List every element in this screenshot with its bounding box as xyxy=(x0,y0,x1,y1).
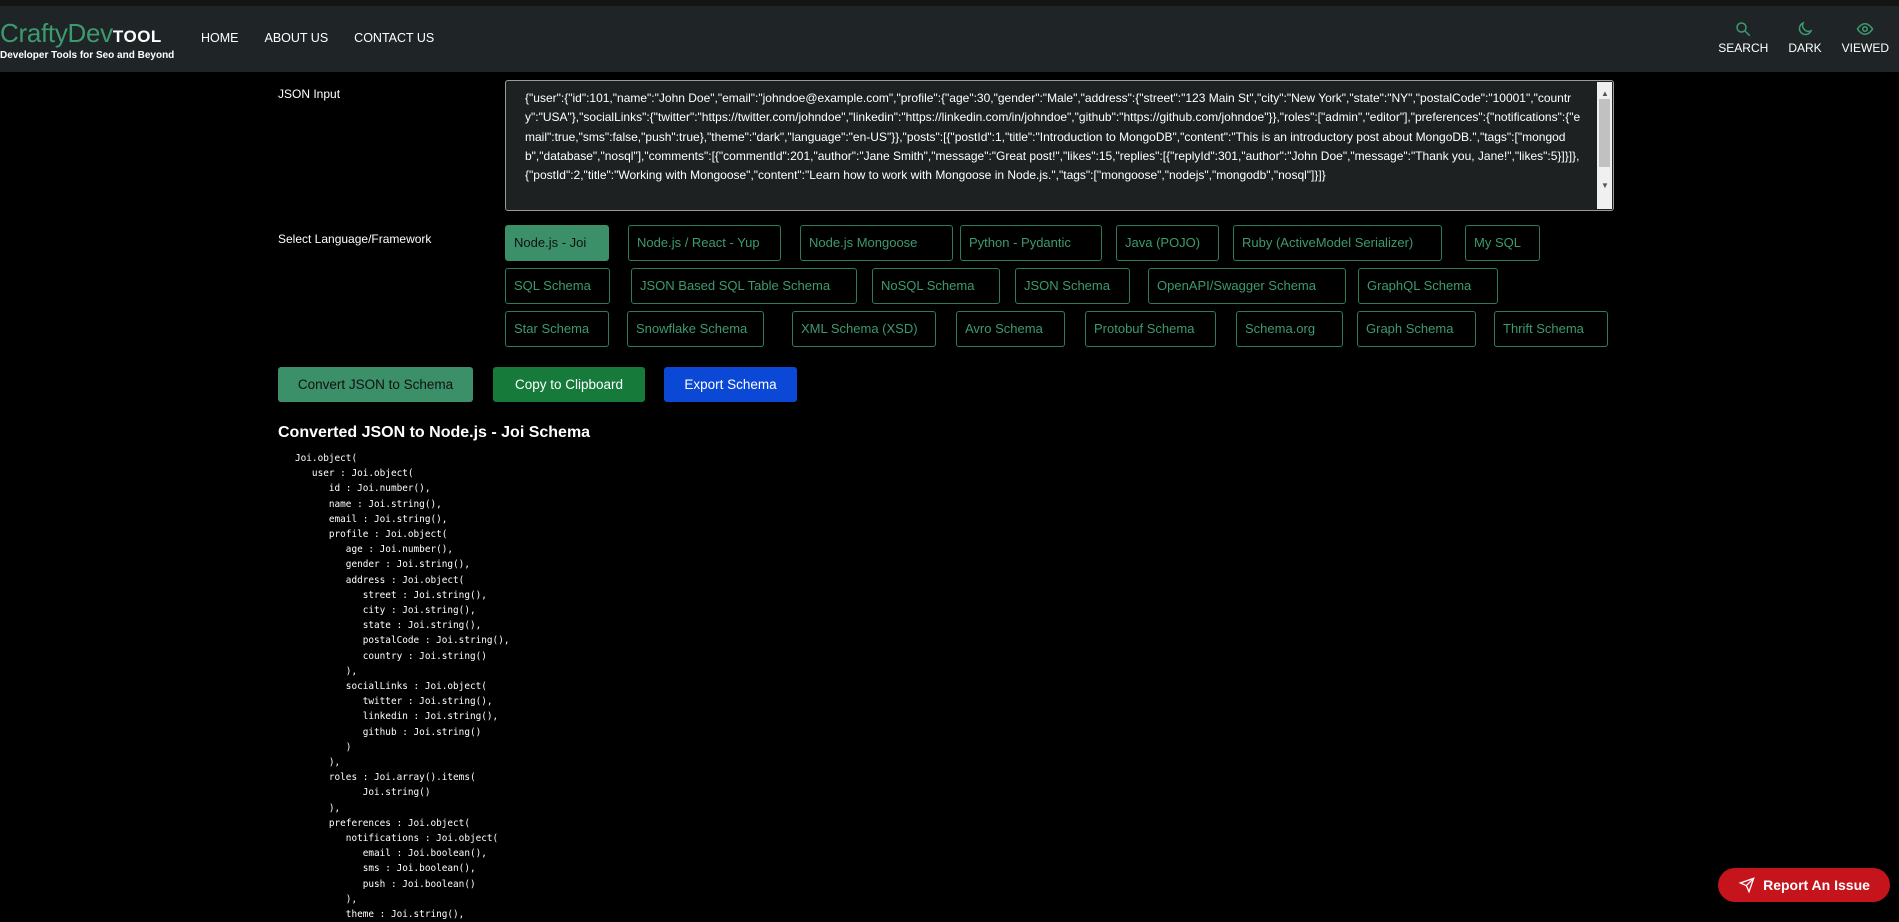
dark-label: DARK xyxy=(1788,41,1822,55)
option-nodejs-mongoose[interactable]: Node.js Mongoose xyxy=(800,225,953,261)
search-button[interactable]: SEARCH xyxy=(1718,20,1768,55)
brand-tagline: Developer Tools for Seo and Beyond xyxy=(0,50,175,61)
option-xml-schema-xsd[interactable]: XML Schema (XSD) xyxy=(792,311,936,347)
viewed-button[interactable]: VIEWED xyxy=(1842,20,1889,55)
convert-json-button[interactable]: Convert JSON to Schema xyxy=(278,367,473,402)
moon-icon xyxy=(1798,21,1813,36)
option-json-schema[interactable]: JSON Schema xyxy=(1015,268,1130,304)
option-nodejs-react-yup[interactable]: Node.js / React - Yup xyxy=(628,225,781,261)
option-nosql-schema[interactable]: NoSQL Schema xyxy=(872,268,1000,304)
options-row-2: SQL Schema JSON Based SQL Table Schema N… xyxy=(505,268,1635,305)
option-graphql-schema[interactable]: GraphQL Schema xyxy=(1358,268,1498,304)
option-protobuf-schema[interactable]: Protobuf Schema xyxy=(1085,311,1216,347)
option-schema-org[interactable]: Schema.org xyxy=(1236,311,1343,347)
navbar: CraftyDevTOOL Developer Tools for Seo an… xyxy=(0,6,1899,72)
option-python-pydantic[interactable]: Python - Pydantic xyxy=(960,225,1102,261)
nav-contact-link[interactable]: CONTACT US xyxy=(354,31,434,45)
brand-suffix: TOOL xyxy=(112,27,162,46)
json-input-label: JSON Input xyxy=(278,87,341,101)
json-input-value: {"user":{"id":101,"name":"John Doe","ema… xyxy=(525,91,1581,183)
scrollbar-thumb[interactable] xyxy=(1599,99,1610,167)
brand-logo[interactable]: CraftyDevTOOL Developer Tools for Seo an… xyxy=(0,19,174,61)
option-graph-schema[interactable]: Graph Schema xyxy=(1357,311,1476,347)
schema-output-code: Joi.object( user : Joi.object( id : Joi.… xyxy=(295,453,510,921)
option-json-sql-table-schema[interactable]: JSON Based SQL Table Schema xyxy=(631,268,857,304)
copy-clipboard-button[interactable]: Copy to Clipboard xyxy=(493,367,645,402)
export-schema-button[interactable]: Export Schema xyxy=(664,367,797,402)
option-snowflake-schema[interactable]: Snowflake Schema xyxy=(627,311,764,347)
nav-actions: SEARCH DARK VIEWED xyxy=(1718,20,1889,55)
dark-mode-toggle[interactable]: DARK xyxy=(1788,20,1822,55)
language-options: Node.js - Joi Node.js / React - Yup Node… xyxy=(505,225,1635,354)
options-row-1: Node.js - Joi Node.js / React - Yup Node… xyxy=(505,225,1635,262)
option-star-schema[interactable]: Star Schema xyxy=(505,311,609,347)
send-icon xyxy=(1738,877,1755,893)
brand-name: CraftyDev xyxy=(0,18,113,48)
output-title: Converted JSON to Node.js - Joi Schema xyxy=(278,424,591,441)
option-thrift-schema[interactable]: Thrift Schema xyxy=(1494,311,1608,347)
option-avro-schema[interactable]: Avro Schema xyxy=(956,311,1065,347)
main-nav: HOME ABOUT US CONTACT US xyxy=(201,31,434,45)
language-select-label: Select Language/Framework xyxy=(278,232,432,246)
eye-icon xyxy=(1856,22,1874,36)
option-java-pojo[interactable]: Java (POJO) xyxy=(1116,225,1219,261)
option-sql-schema[interactable]: SQL Schema xyxy=(505,268,610,304)
report-issue-label: Report An Issue xyxy=(1763,877,1870,893)
search-icon xyxy=(1736,22,1751,37)
json-input-textarea[interactable]: {"user":{"id":101,"name":"John Doe","ema… xyxy=(505,80,1614,211)
nav-about-link[interactable]: ABOUT US xyxy=(265,31,329,45)
options-row-3: Star Schema Snowflake Schema XML Schema … xyxy=(505,311,1635,348)
search-label: SEARCH xyxy=(1718,41,1769,55)
option-ruby-activemodel[interactable]: Ruby (ActiveModel Serializer) xyxy=(1233,225,1442,261)
json-input-scrollbar[interactable]: ▲ ▼ xyxy=(1597,82,1612,209)
option-openapi-swagger[interactable]: OpenAPI/Swagger Schema xyxy=(1148,268,1346,304)
report-issue-button[interactable]: Report An Issue xyxy=(1718,868,1890,902)
nav-home-link[interactable]: HOME xyxy=(201,31,239,45)
scroll-down-arrow-icon[interactable]: ▼ xyxy=(1601,176,1609,195)
option-my-sql[interactable]: My SQL xyxy=(1465,225,1540,261)
viewed-label: VIEWED xyxy=(1841,41,1889,55)
option-nodejs-joi[interactable]: Node.js - Joi xyxy=(505,225,609,261)
